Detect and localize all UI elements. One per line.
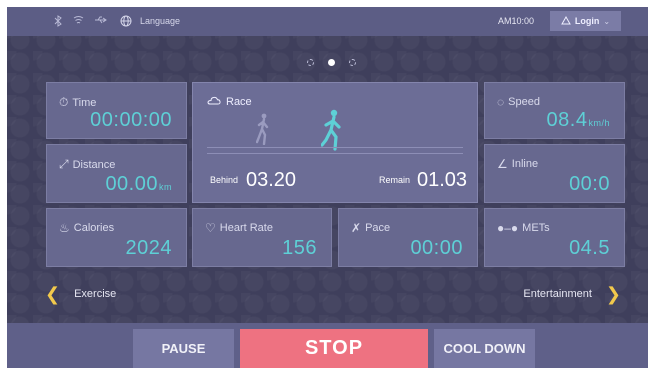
speed-tile[interactable]: ◌ Speed 08.4km/h bbox=[484, 82, 625, 139]
incline-header: ∠ Inline bbox=[497, 157, 538, 171]
heart-rate-value: 156 bbox=[282, 237, 317, 259]
entertainment-label[interactable]: Entertainment bbox=[523, 288, 591, 300]
login-label: Login bbox=[574, 16, 600, 26]
page-dot[interactable] bbox=[349, 59, 356, 66]
runner-icon bbox=[320, 109, 343, 156]
mets-value: 04.5 bbox=[569, 237, 610, 259]
speedometer-icon: ◌ bbox=[497, 95, 505, 109]
globe-icon[interactable] bbox=[120, 15, 132, 31]
race-label: Race bbox=[226, 96, 252, 108]
speed-label: Speed bbox=[508, 96, 540, 108]
status-bar: Language AM10:00 Login ⌄ bbox=[7, 7, 648, 36]
mets-label: METs bbox=[522, 222, 550, 234]
distance-label: Distance bbox=[72, 158, 116, 171]
user-icon bbox=[561, 15, 571, 27]
page-dot[interactable] bbox=[307, 59, 314, 66]
time-tile[interactable]: ⏱ Time 00:00:00 bbox=[46, 82, 187, 139]
wifi-icon bbox=[73, 15, 84, 30]
distance-number: 00.00 bbox=[105, 173, 158, 195]
speed-number: 08.4 bbox=[546, 109, 588, 131]
incline-value: 00:0 bbox=[569, 173, 610, 195]
calories-label: Calories bbox=[73, 222, 115, 234]
page-dot-active[interactable] bbox=[328, 59, 335, 66]
stop-button[interactable]: STOP bbox=[240, 329, 428, 368]
race-track-line bbox=[207, 147, 463, 148]
incline-tile[interactable]: ∠ Inline 00:0 bbox=[484, 144, 625, 203]
entertainment-nav[interactable]: Entertainment ❯ bbox=[523, 285, 621, 303]
pace-value: 00:00 bbox=[410, 237, 463, 259]
distance-value: 00.00km bbox=[105, 173, 172, 196]
treadmill-screen: Language AM10:00 Login ⌄ ⏱ Time 00:00:00… bbox=[7, 7, 648, 368]
cloud-icon bbox=[207, 96, 221, 108]
race-tile[interactable]: Race Behind 03.20 Remain 01.03 bbox=[192, 82, 478, 203]
remain-label: Remain bbox=[379, 175, 411, 185]
usb-icon bbox=[94, 15, 108, 29]
speed-header: ◌ Speed bbox=[497, 95, 540, 109]
calories-value: 2024 bbox=[125, 237, 172, 259]
ghost-runner-icon bbox=[255, 113, 270, 150]
speed-unit: km/h bbox=[588, 118, 610, 128]
walker-icon: ✗ bbox=[351, 221, 362, 235]
race-track-line bbox=[207, 153, 463, 154]
dumbbell-icon: ●–● bbox=[497, 221, 519, 235]
time-value: 00:00:00 bbox=[90, 109, 172, 131]
bluetooth-icon bbox=[54, 15, 62, 31]
diagonal-arrow-icon: ⤢ bbox=[59, 157, 69, 171]
heart-rate-label: Heart Rate bbox=[219, 222, 273, 234]
control-bar: PAUSE STOP COOL DOWN bbox=[7, 323, 648, 368]
heart-rate-tile[interactable]: ♡ Heart Rate 156 bbox=[192, 208, 332, 267]
distance-tile[interactable]: ⤢ Distance 00.00km bbox=[46, 144, 187, 203]
login-button[interactable]: Login ⌄ bbox=[550, 11, 621, 31]
exercise-nav[interactable]: ❮ Exercise bbox=[45, 285, 116, 303]
angle-icon: ∠ bbox=[497, 157, 508, 171]
behind-value: 03.20 bbox=[246, 169, 297, 191]
time-label: Time bbox=[72, 96, 97, 109]
flame-icon: ♨ bbox=[59, 221, 70, 235]
chevron-down-icon: ⌄ bbox=[603, 16, 611, 26]
pace-label: Pace bbox=[365, 222, 391, 234]
time-header: ⏱ Time bbox=[59, 95, 96, 110]
mets-header: ●–● METs bbox=[497, 221, 550, 235]
calories-header: ♨ Calories bbox=[59, 221, 114, 235]
exercise-label[interactable]: Exercise bbox=[74, 288, 116, 300]
language-label[interactable]: Language bbox=[140, 16, 180, 26]
calories-tile[interactable]: ♨ Calories 2024 bbox=[46, 208, 187, 267]
stopwatch-icon: ⏱ bbox=[59, 95, 69, 109]
heart-icon: ♡ bbox=[205, 221, 216, 235]
chevron-left-icon[interactable]: ❮ bbox=[45, 285, 60, 303]
pace-tile[interactable]: ✗ Pace 00:00 bbox=[338, 208, 478, 267]
mets-tile[interactable]: ●–● METs 04.5 bbox=[484, 208, 625, 267]
incline-label: Inline bbox=[511, 158, 539, 170]
pause-button[interactable]: PAUSE bbox=[133, 329, 234, 368]
heart-rate-header: ♡ Heart Rate bbox=[205, 221, 273, 235]
clock: AM10:00 bbox=[498, 16, 535, 26]
remain-value: 01.03 bbox=[417, 169, 468, 191]
page-indicator bbox=[307, 59, 356, 66]
distance-header: ⤢ Distance bbox=[59, 157, 115, 172]
race-header: Race bbox=[207, 96, 252, 108]
pace-header: ✗ Pace bbox=[351, 221, 390, 235]
distance-unit: km bbox=[159, 182, 172, 192]
chevron-right-icon[interactable]: ❯ bbox=[606, 285, 621, 303]
behind-label: Behind bbox=[210, 175, 239, 185]
speed-value: 08.4km/h bbox=[547, 109, 610, 132]
cool-down-button[interactable]: COOL DOWN bbox=[434, 329, 535, 368]
